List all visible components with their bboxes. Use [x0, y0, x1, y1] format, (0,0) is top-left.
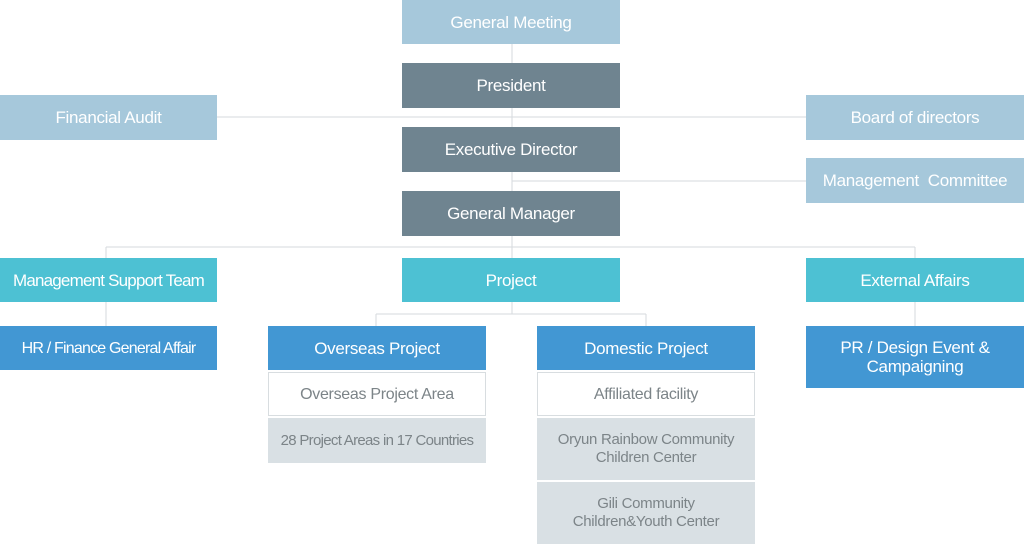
overseas-count-node: 28 Project Areas in 17 Countries — [268, 418, 486, 463]
general-meeting-label: General Meeting — [450, 12, 572, 32]
project-node: Project — [402, 258, 620, 302]
external-affairs-label: External Affairs — [860, 270, 970, 290]
management-committee-node: Management Committee — [806, 158, 1024, 203]
affiliated-facility-label: Affiliated facility — [593, 385, 699, 403]
pr-design-label-line1: PR / Design Event & — [840, 338, 990, 357]
overseas-area-node: Overseas Project Area — [268, 372, 486, 416]
executive-director-node: Executive Director — [402, 127, 620, 172]
board-of-directors-node: Board of directors — [806, 95, 1024, 140]
oryun-center-label-line1: Oryun Rainbow Community — [557, 431, 735, 448]
gili-center-label-line1: Gili Community — [597, 495, 695, 512]
hr-finance-label: HR / Finance General Affair — [21, 339, 197, 357]
project-label: Project — [485, 270, 537, 290]
overseas-project-node: Overseas Project — [268, 326, 486, 370]
executive-director-label: Executive Director — [444, 140, 578, 159]
overseas-count-label: 28 Project Areas in 17 Countries — [280, 431, 474, 449]
pr-design-label-line2: Campaigning — [866, 357, 964, 376]
president-label: President — [476, 76, 546, 95]
gili-center-node: Gili Community Children&Youth Center — [537, 482, 755, 544]
oryun-center-node: Oryun Rainbow Community Children Center — [537, 418, 755, 480]
external-affairs-node: External Affairs — [806, 258, 1024, 302]
domestic-project-label: Domestic Project — [584, 338, 708, 358]
affiliated-facility-node: Affiliated facility — [537, 372, 755, 416]
management-committee-label: Management Committee — [822, 171, 1008, 190]
overseas-area-label: Overseas Project Area — [300, 385, 454, 403]
gili-center-label-line2: Children&Youth Center — [572, 513, 720, 530]
president-node: President — [402, 63, 620, 108]
general-manager-node: General Manager — [402, 191, 620, 236]
management-support-team-node: Management Support Team — [0, 258, 217, 302]
board-of-directors-label: Board of directors — [850, 108, 980, 127]
oryun-center-label-line2: Children Center — [595, 449, 697, 466]
domestic-project-node: Domestic Project — [537, 326, 755, 370]
pr-design-node: PR / Design Event & Campaigning — [806, 326, 1024, 388]
hr-finance-node: HR / Finance General Affair — [0, 326, 217, 370]
financial-audit-label: Financial Audit — [55, 108, 162, 127]
financial-audit-node: Financial Audit — [0, 95, 217, 140]
overseas-project-label: Overseas Project — [314, 338, 440, 358]
general-meeting-node: General Meeting — [402, 0, 620, 44]
management-support-team-label: Management Support Team — [12, 270, 205, 290]
org-chart: General Meeting President Financial Audi… — [0, 0, 1024, 556]
general-manager-label: General Manager — [447, 204, 575, 223]
